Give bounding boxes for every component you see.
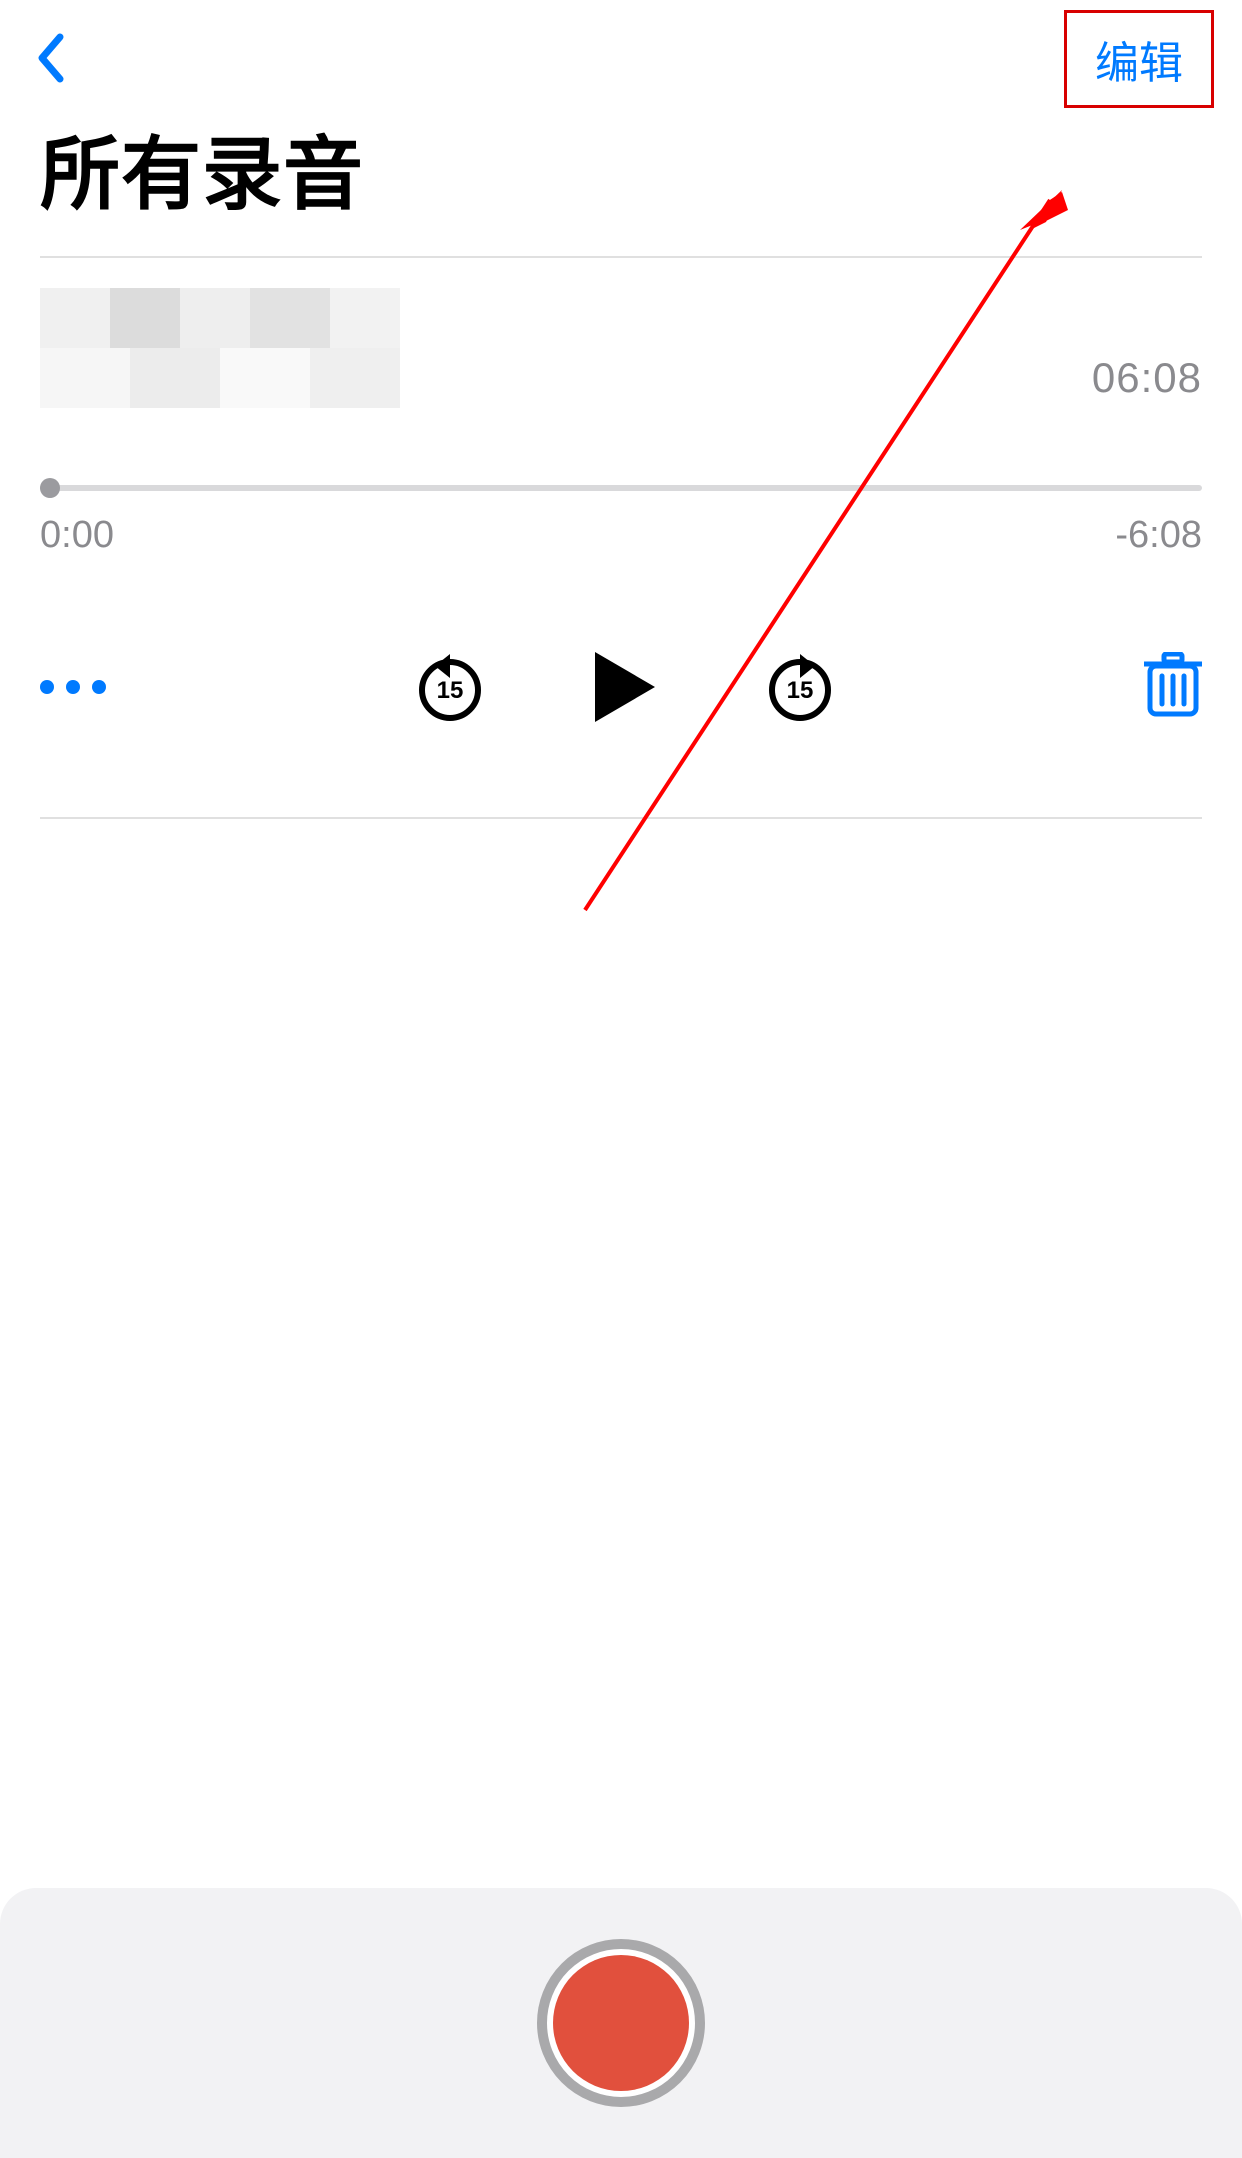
skip-back-seconds: 15 xyxy=(437,677,464,705)
recording-item: 06:08 0:00 -6:08 15 xyxy=(0,258,1242,817)
playback-scrubber[interactable] xyxy=(40,478,1202,498)
edit-button[interactable]: 编辑 xyxy=(1064,10,1214,108)
play-icon xyxy=(590,647,660,727)
scrubber-track xyxy=(40,485,1202,491)
playback-controls: 15 15 xyxy=(40,647,1202,727)
time-elapsed: 0:00 xyxy=(40,514,114,557)
time-remaining: -6:08 xyxy=(1115,514,1202,557)
back-button[interactable] xyxy=(30,28,70,88)
delete-button[interactable] xyxy=(1144,652,1202,723)
skip-forward-seconds: 15 xyxy=(787,677,814,705)
chevron-left-icon xyxy=(36,33,64,83)
recording-duration: 06:08 xyxy=(1092,354,1202,408)
skip-forward-15-button[interactable]: 15 xyxy=(760,647,840,727)
trash-icon xyxy=(1144,652,1202,718)
record-icon xyxy=(553,1955,689,2091)
record-button[interactable] xyxy=(537,1939,705,2107)
center-controls: 15 15 xyxy=(410,647,840,727)
record-toolbar xyxy=(0,1888,1242,2158)
more-options-button[interactable] xyxy=(40,680,106,694)
nav-bar: 编辑 xyxy=(0,0,1242,110)
recording-title-redacted xyxy=(40,288,400,408)
play-button[interactable] xyxy=(590,647,660,727)
divider xyxy=(40,817,1202,819)
skip-back-15-button[interactable]: 15 xyxy=(410,647,490,727)
recording-header: 06:08 xyxy=(40,288,1202,408)
page-title: 所有录音 xyxy=(0,110,1242,256)
time-labels: 0:00 -6:08 xyxy=(40,514,1202,557)
scrubber-knob[interactable] xyxy=(40,478,60,498)
